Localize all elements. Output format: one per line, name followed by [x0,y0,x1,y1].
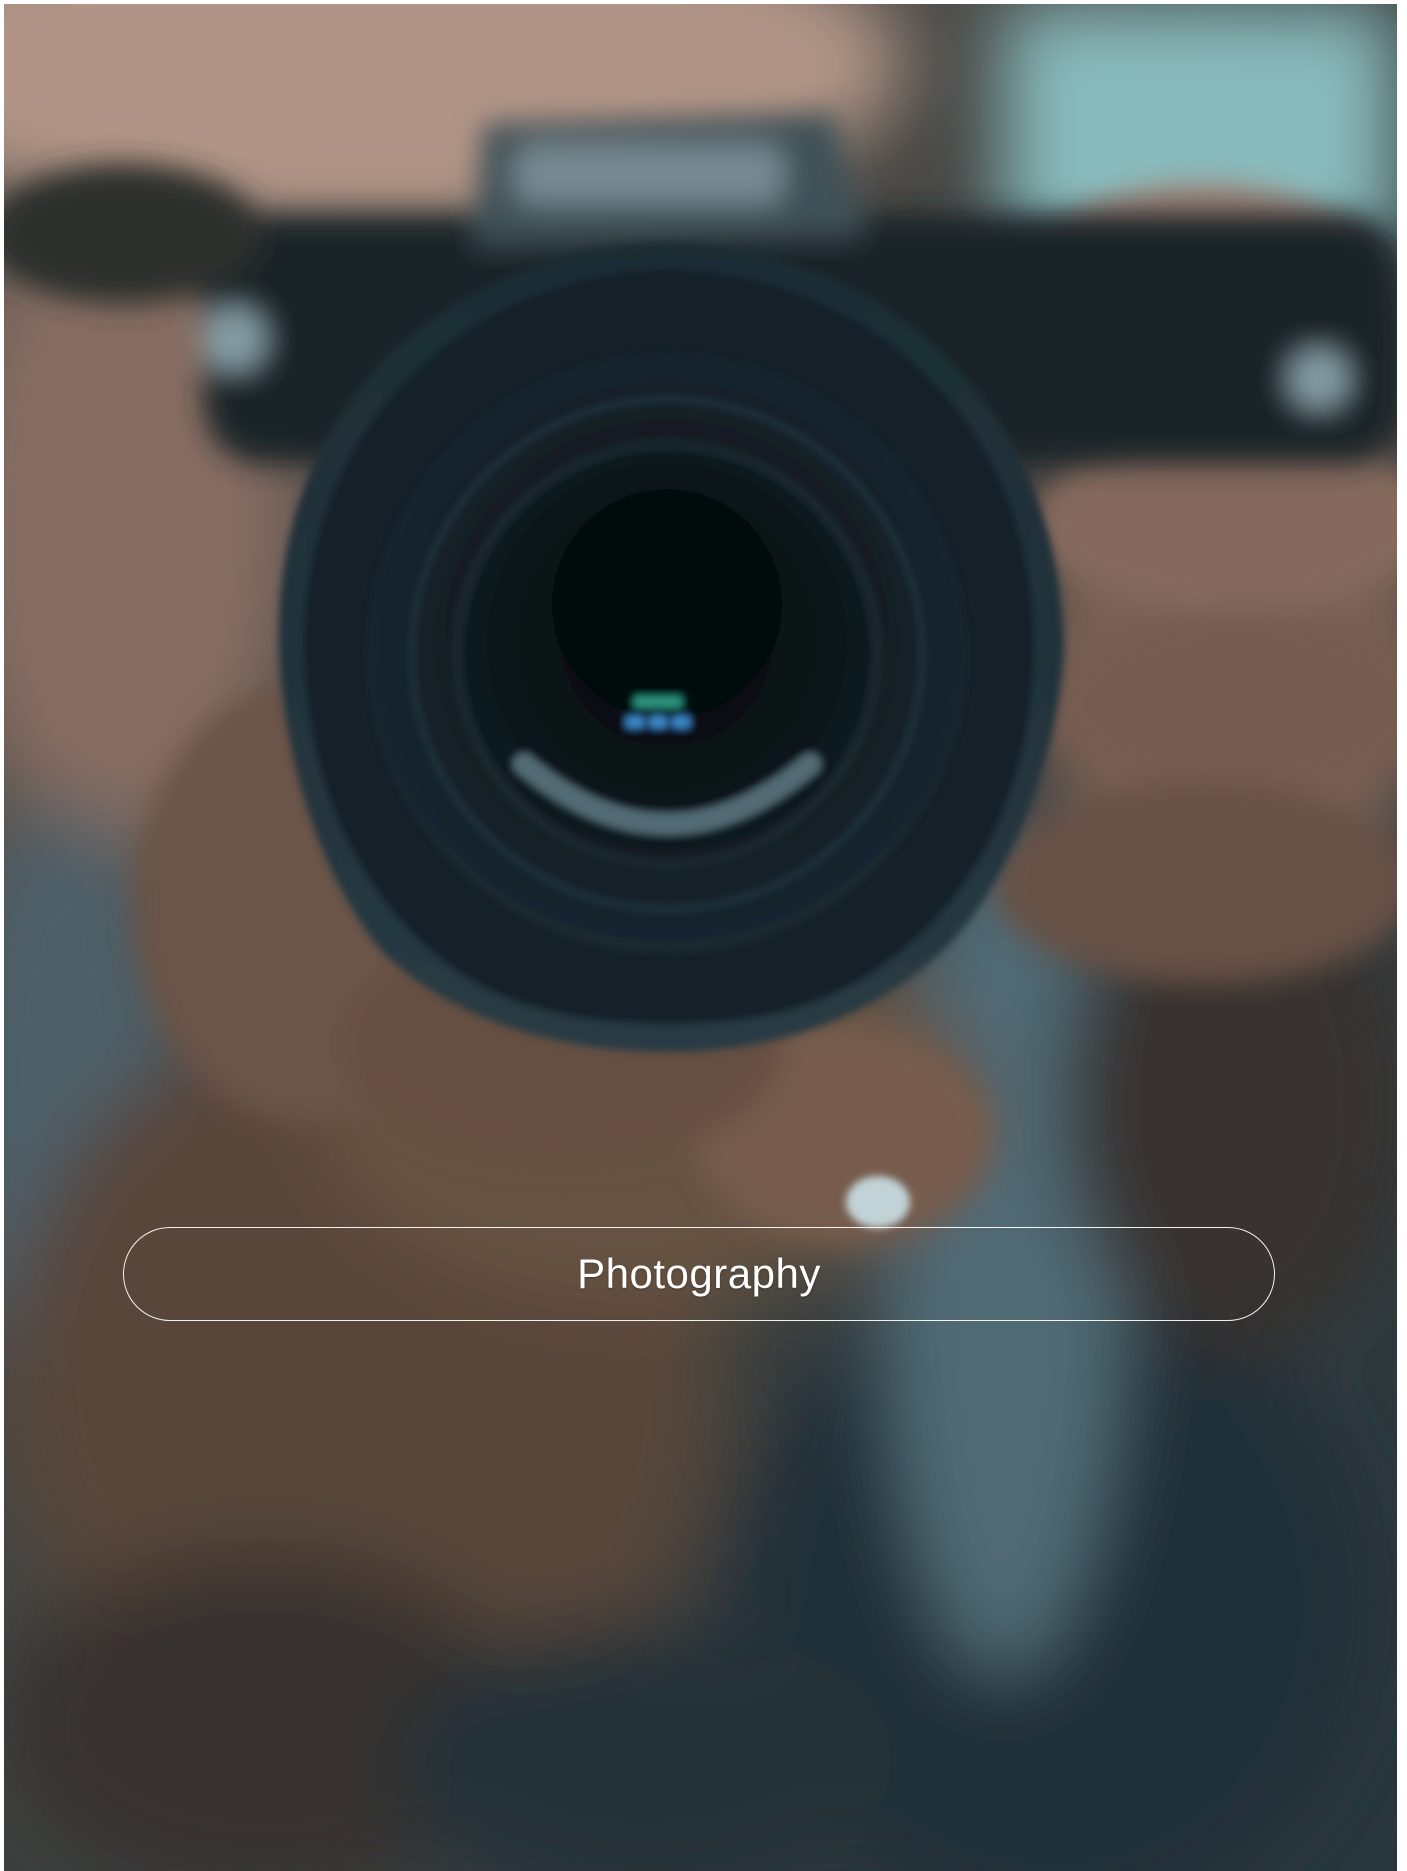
photography-category-button[interactable]: Photography [123,1227,1275,1321]
hero-photo [4,4,1397,1871]
photographer-camera-image [4,4,1397,1871]
page: Photography [0,0,1407,1871]
photography-category-label: Photography [577,1250,821,1297]
